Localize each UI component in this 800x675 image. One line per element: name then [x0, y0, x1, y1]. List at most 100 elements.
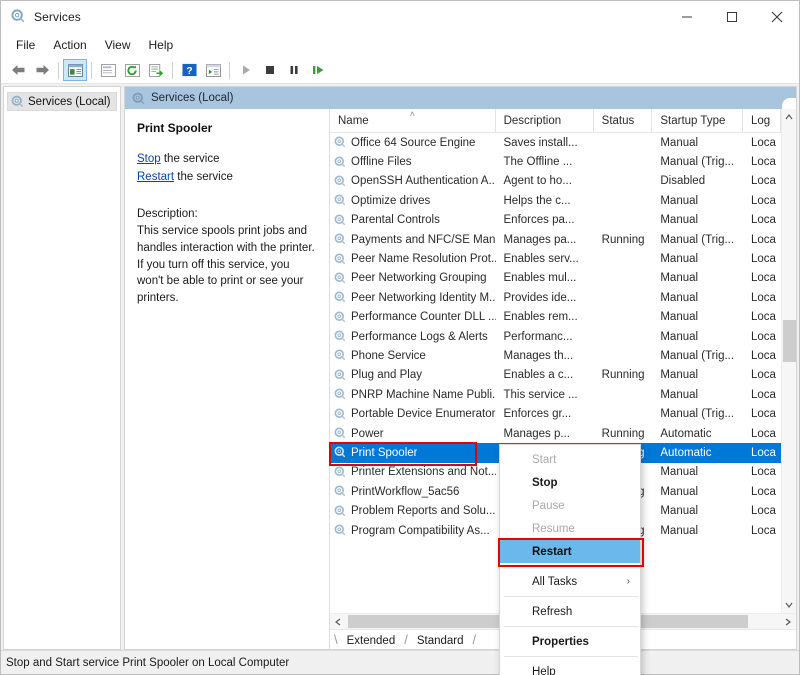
pane-header-label: Services (Local) — [151, 92, 234, 104]
cell-name: Payments and NFC/SE Man... — [330, 233, 496, 246]
table-row[interactable]: Power Manages p... Running Automatic Locа — [330, 424, 781, 443]
table-row[interactable]: Offline Files The Offline ... Manual (Trig… — [330, 152, 781, 171]
table-row[interactable]: Performance Counter DLL ... Enables rem..… — [330, 308, 781, 327]
cell-name: Program Compatibility As... — [330, 524, 496, 537]
table-row[interactable]: Plug and Play Enables a c... Running Manual… — [330, 366, 781, 385]
minimize-icon[interactable] — [664, 1, 709, 33]
cell-name: Peer Networking Grouping — [330, 272, 496, 285]
column-header-startup-type[interactable]: Startup Type — [652, 109, 743, 133]
vertical-scroll-track[interactable] — [782, 125, 797, 597]
tree-item-services-local[interactable]: Services (Local) — [7, 92, 117, 111]
refresh-icon[interactable] — [120, 59, 144, 81]
cell-name: Parental Controls — [330, 214, 496, 227]
cell-startup-type: Manual — [660, 253, 699, 266]
cell-description: Enables a c... — [503, 369, 574, 382]
show-hide-console-tree-icon[interactable] — [63, 59, 87, 81]
service-name-label: PNRP Machine Name Publi... — [351, 388, 496, 401]
menu-bar: File Action View Help — [1, 33, 799, 57]
restart-service-action[interactable]: Restart the service — [137, 169, 319, 186]
scroll-right-icon[interactable] — [780, 614, 796, 630]
context-menu-item-stop[interactable]: Stop — [500, 471, 640, 494]
service-gear-icon — [334, 156, 347, 169]
column-header-name[interactable]: Name ˄ — [330, 109, 496, 133]
stop-service-icon[interactable] — [258, 59, 282, 81]
stop-service-link[interactable]: Stop — [137, 153, 161, 165]
context-menu-item-pause: Pause — [500, 494, 640, 517]
help-icon[interactable]: ? — [177, 59, 201, 81]
context-menu-item-help[interactable]: Help — [500, 660, 640, 675]
service-gear-icon — [334, 427, 347, 440]
menu-item-action[interactable]: Action — [44, 35, 95, 55]
cell-log-on-as: Locа — [750, 330, 776, 343]
table-row[interactable]: OpenSSH Authentication A... Agent to ho..… — [330, 172, 781, 191]
tab-extended[interactable]: Extended — [338, 634, 405, 649]
toolbar-separator — [229, 61, 230, 79]
context-menu-item-label: All Tasks — [532, 575, 578, 588]
scroll-up-icon[interactable] — [782, 109, 797, 125]
cell-status: Running — [601, 233, 645, 246]
service-name-label: Phone Service — [351, 349, 426, 362]
cell-name: Phone Service — [330, 349, 496, 362]
table-row[interactable]: Portable Device Enumerator... Enforces gr… — [330, 404, 781, 423]
cell-description: Performanc... — [503, 330, 573, 343]
context-menu-item-properties[interactable]: Properties — [500, 630, 640, 653]
table-row[interactable]: Performance Logs & Alerts Performanc... Ma… — [330, 327, 781, 346]
service-gear-icon — [334, 253, 347, 266]
start-service-icon[interactable] — [234, 59, 258, 81]
table-row[interactable]: PNRP Machine Name Publi... This service .… — [330, 385, 781, 404]
service-name-label: Peer Networking Identity M... — [351, 291, 496, 304]
scroll-left-icon[interactable] — [330, 614, 346, 630]
forward-icon[interactable] — [30, 59, 54, 81]
context-menu-item-all-tasks[interactable]: All Tasks › — [500, 570, 640, 593]
stop-service-action[interactable]: Stop the service — [137, 151, 319, 168]
close-icon[interactable] — [754, 1, 799, 33]
table-row[interactable]: Payments and NFC/SE Man... Manages pa... R… — [330, 230, 781, 249]
menu-item-file[interactable]: File — [7, 35, 44, 55]
menu-item-help[interactable]: Help — [140, 35, 183, 55]
service-name-label: Performance Counter DLL ... — [351, 311, 496, 324]
table-row[interactable]: Peer Name Resolution Prot... Enables serv… — [330, 249, 781, 268]
menu-item-view[interactable]: View — [96, 35, 140, 55]
window-title: Services — [34, 10, 81, 24]
cell-name: Peer Networking Identity M... — [330, 291, 496, 304]
context-menu-item-restart[interactable]: Restart — [500, 540, 640, 563]
service-gear-icon — [334, 505, 347, 518]
table-row[interactable]: Phone Service Manages th... Manual (Trig..… — [330, 346, 781, 365]
context-menu-item-start: Start — [500, 448, 640, 471]
export-list-icon[interactable] — [144, 59, 168, 81]
vertical-scroll-thumb[interactable] — [782, 320, 796, 362]
cell-startup-type: Manual — [660, 388, 699, 401]
tab-standard[interactable]: Standard — [408, 634, 473, 649]
maximize-icon[interactable] — [709, 1, 754, 33]
cell-startup-type: Manual — [660, 136, 699, 149]
service-gear-icon — [334, 311, 347, 324]
restart-service-link[interactable]: Restart — [137, 171, 174, 183]
table-row[interactable]: Peer Networking Identity M... Provides id… — [330, 288, 781, 307]
back-icon[interactable] — [6, 59, 30, 81]
cell-name: Peer Name Resolution Prot... — [330, 253, 496, 266]
context-menu-item-refresh[interactable]: Refresh — [500, 600, 640, 623]
context-menu-item-label: Help — [532, 665, 556, 675]
cell-startup-type: Manual — [660, 194, 699, 207]
properties-icon[interactable] — [96, 59, 120, 81]
column-header-status[interactable]: Status — [594, 109, 653, 133]
cell-name: Performance Logs & Alerts — [330, 330, 496, 343]
table-row[interactable]: Office 64 Source Engine Saves install... M… — [330, 133, 781, 152]
column-header-description[interactable]: Description — [496, 109, 594, 133]
table-row[interactable]: Peer Networking Grouping Enables mul... Ma… — [330, 269, 781, 288]
list-column-headers: Name ˄ Description Status Startup Type Log — [330, 109, 781, 133]
table-row[interactable]: Optimize drives Helps the c... Manual Locа — [330, 191, 781, 210]
scroll-down-icon[interactable] — [782, 597, 797, 613]
cell-log-on-as: Locа — [750, 156, 776, 169]
show-hide-action-pane-icon[interactable] — [201, 59, 225, 81]
vertical-scrollbar[interactable] — [781, 109, 796, 613]
cell-startup-type: Manual — [660, 485, 699, 498]
restart-service-icon[interactable] — [306, 59, 330, 81]
cell-log-on-as: Locа — [750, 311, 776, 324]
cell-name: Print Spooler — [330, 446, 496, 459]
column-header-label: Description — [503, 114, 562, 127]
table-row[interactable]: Parental Controls Enforces pa... Manual Loc… — [330, 211, 781, 230]
column-header-log[interactable]: Log — [743, 109, 781, 133]
page-title: Print Spooler — [137, 121, 213, 135]
pause-service-icon[interactable] — [282, 59, 306, 81]
